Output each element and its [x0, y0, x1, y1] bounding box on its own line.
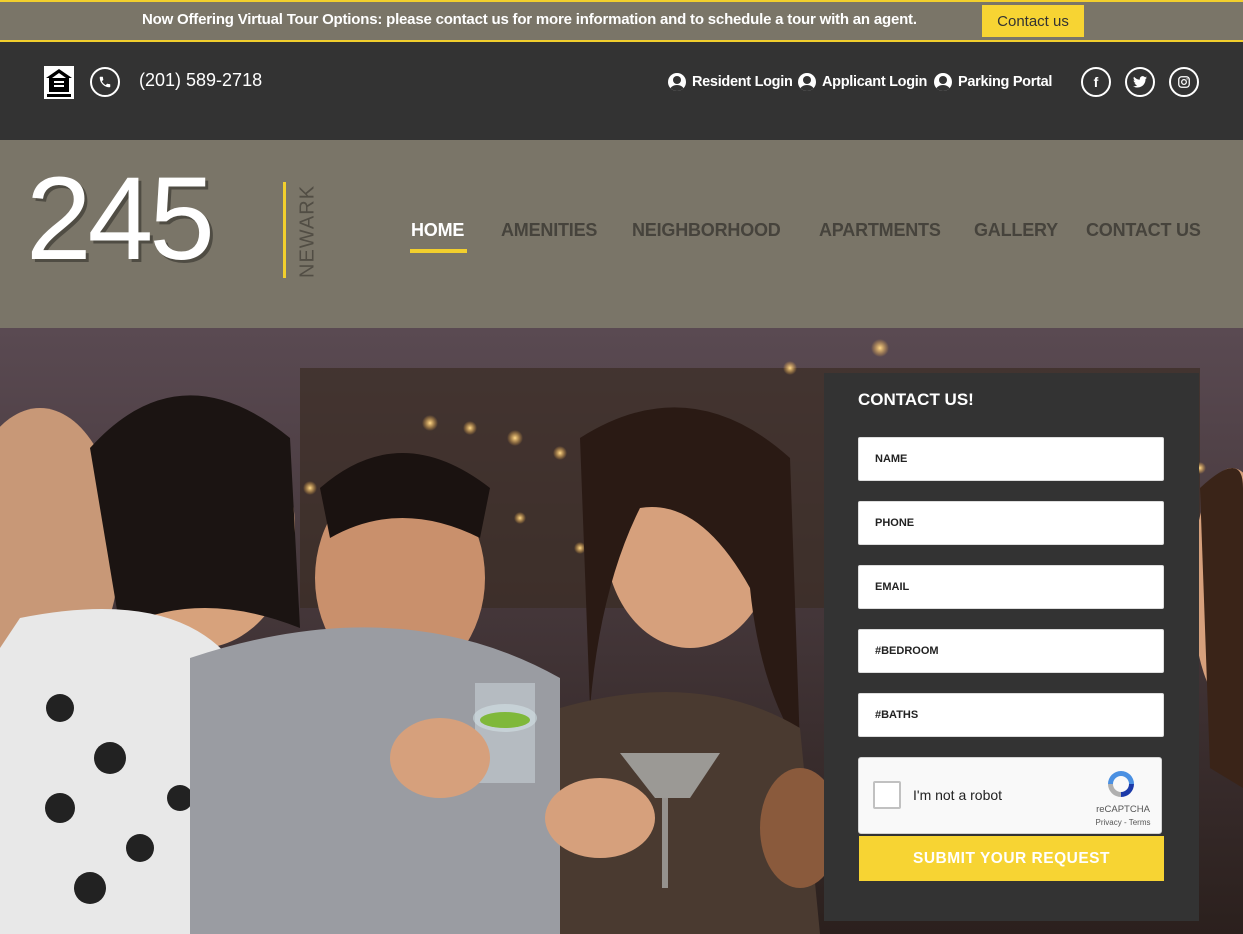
user-icon: [934, 73, 952, 91]
logo-subtitle: NEWARK: [296, 184, 319, 278]
utility-bar: (201) 589-2718 Resident Login Applicant …: [0, 44, 1243, 140]
contact-form: CONTACT US! I'm not a robot reCAPTCHA Pr…: [824, 373, 1199, 921]
recaptcha-widget: I'm not a robot reCAPTCHA Privacy - Term…: [858, 757, 1162, 834]
equal-housing-icon: [44, 66, 74, 99]
phone-icon[interactable]: [90, 67, 120, 97]
nav-apartments[interactable]: APARTMENTS: [819, 220, 941, 241]
contact-form-title: CONTACT US!: [858, 390, 974, 409]
announcement-text: Now Offering Virtual Tour Options: pleas…: [142, 11, 917, 28]
phone-number[interactable]: (201) 589-2718: [139, 70, 262, 91]
recaptcha-icon: [1108, 771, 1134, 797]
nav-amenities[interactable]: AMENITIES: [501, 220, 597, 241]
recaptcha-privacy-terms[interactable]: Privacy - Terms: [1091, 818, 1155, 827]
twitter-icon[interactable]: [1125, 67, 1155, 97]
name-input[interactable]: [859, 438, 1163, 480]
email-input[interactable]: [859, 566, 1163, 608]
announcement-bar: Now Offering Virtual Tour Options: pleas…: [0, 0, 1243, 42]
user-icon: [798, 73, 816, 91]
parking-portal-link[interactable]: Parking Portal: [934, 73, 1052, 91]
applicant-login-link[interactable]: Applicant Login: [798, 73, 927, 91]
submit-request-button[interactable]: SUBMIT YOUR REQUEST: [859, 836, 1164, 881]
logo-divider: [283, 182, 286, 278]
email-field-wrapper: [858, 565, 1164, 609]
nav-gallery[interactable]: GALLERY: [974, 220, 1058, 241]
phone-input[interactable]: [859, 502, 1163, 544]
baths-input[interactable]: [859, 694, 1163, 736]
bedroom-field-wrapper: [858, 629, 1164, 673]
nav-home[interactable]: HOME: [411, 220, 464, 241]
facebook-icon[interactable]: f: [1081, 67, 1111, 97]
recaptcha-brand: reCAPTCHA: [1096, 804, 1150, 815]
site-header: 245 NEWARK HOME AMENITIES NEIGHBORHOOD A…: [0, 140, 1243, 328]
recaptcha-checkbox[interactable]: [873, 781, 901, 809]
user-icon: [668, 73, 686, 91]
nav-active-indicator: [410, 249, 467, 253]
contact-us-button[interactable]: Contact us: [982, 5, 1084, 37]
name-field-wrapper: [858, 437, 1164, 481]
nav-contact-us[interactable]: CONTACT US: [1086, 220, 1201, 241]
nav-neighborhood[interactable]: NEIGHBORHOOD: [632, 220, 781, 241]
logo-number[interactable]: 245: [26, 160, 215, 278]
baths-field-wrapper: [858, 693, 1164, 737]
instagram-icon[interactable]: [1169, 67, 1199, 97]
resident-login-link[interactable]: Resident Login: [668, 73, 793, 91]
bedroom-input[interactable]: [859, 630, 1163, 672]
recaptcha-label: I'm not a robot: [913, 787, 1003, 803]
phone-field-wrapper: [858, 501, 1164, 545]
